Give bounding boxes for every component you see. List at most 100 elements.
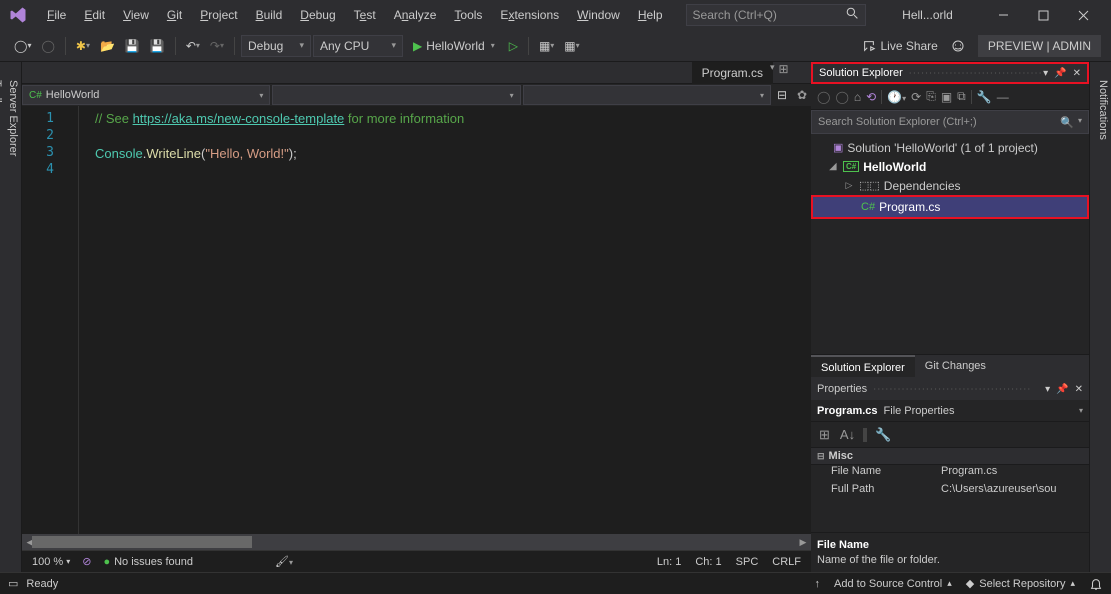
- solution-explorer-header[interactable]: Solution Explorer ∙∙∙∙∙∙∙∙∙∙∙∙∙∙∙∙∙∙∙∙∙∙…: [811, 62, 1089, 84]
- sol-home-icon[interactable]: ⌂: [854, 90, 861, 104]
- pin-icon[interactable]: 📌: [1054, 68, 1066, 79]
- nav-combo-project[interactable]: C#HelloWorld▾: [22, 85, 270, 105]
- config-combo[interactable]: Debug▾: [241, 35, 311, 57]
- sol-search-dd-icon[interactable]: ▾: [1078, 116, 1082, 129]
- close-button[interactable]: [1063, 1, 1103, 29]
- nav-combo-type[interactable]: ▾: [272, 85, 520, 105]
- menu-view[interactable]: View: [114, 0, 158, 30]
- error-indicator-icon[interactable]: ⊘: [82, 555, 91, 568]
- nav-forward-button[interactable]: ◯: [37, 34, 58, 58]
- header-dropdown-icon[interactable]: ▾: [1043, 68, 1048, 79]
- feedback-icon[interactable]: [946, 34, 970, 58]
- line-indicator[interactable]: Ln: 1: [657, 556, 681, 568]
- sol-back-icon[interactable]: ◯: [817, 90, 830, 104]
- code-editor[interactable]: 1234 // See https://aka.ms/new-console-t…: [22, 106, 811, 534]
- maximize-button[interactable]: [1023, 1, 1063, 29]
- new-project-button[interactable]: ✱▾: [72, 34, 94, 58]
- tree-file-program[interactable]: C# Program.cs: [811, 195, 1089, 219]
- props-close-icon[interactable]: ✕: [1075, 384, 1083, 395]
- spaces-indicator[interactable]: SPC: [736, 556, 759, 568]
- sol-refresh-icon[interactable]: ⟳: [911, 90, 921, 104]
- line-ending-indicator[interactable]: CRLF: [772, 556, 801, 568]
- minimize-button[interactable]: [983, 1, 1023, 29]
- props-pin-icon[interactable]: 📌: [1056, 384, 1068, 395]
- undo-button[interactable]: ↶▾: [182, 34, 204, 58]
- menu-extensions[interactable]: Extensions: [491, 0, 568, 30]
- save-button[interactable]: 💾: [121, 34, 144, 58]
- notifications-tab[interactable]: Notifications: [1095, 72, 1111, 572]
- select-repository[interactable]: ◆Select Repository▴: [966, 577, 1075, 590]
- sol-properties-icon[interactable]: 🔧: [977, 90, 992, 104]
- horizontal-scrollbar[interactable]: ◀ ▶: [22, 534, 811, 550]
- sol-fwd-icon[interactable]: ◯: [835, 90, 848, 104]
- prop-row-filename[interactable]: File Name Program.cs: [811, 465, 1089, 483]
- preview-admin-button[interactable]: PREVIEW | ADMIN: [978, 35, 1101, 57]
- menu-git[interactable]: Git: [158, 0, 191, 30]
- toolbox-tab[interactable]: Toolbox: [0, 72, 5, 572]
- platform-combo[interactable]: Any CPU▾: [313, 35, 403, 57]
- menu-edit[interactable]: Edit: [75, 0, 114, 30]
- tree-dependencies-node[interactable]: ▷⬚⬚ Dependencies: [811, 176, 1089, 195]
- split-editor-icon[interactable]: ⊟: [773, 85, 791, 105]
- tree-solution-node[interactable]: ▣ Solution 'HelloWorld' (1 of 1 project): [811, 138, 1089, 157]
- output-icon[interactable]: ▭: [8, 577, 18, 590]
- nav-gear-icon[interactable]: ✿: [793, 85, 811, 105]
- props-dropdown-icon[interactable]: ▾: [1045, 384, 1050, 395]
- code-nav-bar: C#HelloWorld▾ ▾ ▾ ⊟ ✿: [22, 84, 811, 106]
- tab-solution-explorer[interactable]: Solution Explorer: [811, 355, 915, 377]
- nav-back-button[interactable]: ◯▾: [10, 34, 35, 58]
- props-wrench-icon[interactable]: 🔧: [873, 425, 893, 445]
- prop-row-fullpath[interactable]: Full Path C:\Users\azureuser\sou: [811, 483, 1089, 501]
- menu-debug[interactable]: Debug: [291, 0, 344, 30]
- code-body[interactable]: // See https://aka.ms/new-console-templa…: [78, 106, 811, 534]
- main-toolbar: ◯▾ ◯ ✱▾ 📂 💾 💾 ↶▾ ↷▾ Debug▾ Any CPU▾ ▶Hel…: [0, 30, 1111, 62]
- solution-search-box[interactable]: Search Solution Explorer (Ctrl+;) 🔍▾: [811, 110, 1089, 134]
- search-box[interactable]: Search (Ctrl+Q): [686, 4, 866, 26]
- zoom-level[interactable]: 100 %▾: [32, 556, 70, 568]
- add-source-control[interactable]: Add to Source Control▴: [834, 578, 952, 590]
- brush-icon[interactable]: 🖌▾: [275, 555, 293, 568]
- search-icon: [846, 7, 859, 23]
- open-file-button[interactable]: 📂: [96, 34, 119, 58]
- sol-preview-icon[interactable]: —: [997, 90, 1009, 104]
- sol-filter-icon[interactable]: ⎘: [926, 89, 936, 104]
- menu-help[interactable]: Help: [629, 0, 672, 30]
- bell-icon[interactable]: [1089, 577, 1103, 591]
- toolbar-btn-1[interactable]: ▦▾: [535, 34, 558, 58]
- sol-collapse-icon[interactable]: ▣: [941, 90, 952, 104]
- menu-analyze[interactable]: Analyze: [385, 0, 446, 30]
- sol-sync-icon[interactable]: 🕐▾: [887, 90, 906, 104]
- menu-window[interactable]: Window: [568, 0, 629, 30]
- props-sort-icon[interactable]: A↓: [838, 425, 857, 444]
- start-no-debug-button[interactable]: ▷: [505, 34, 522, 58]
- document-tab-program[interactable]: Program.cs: [692, 62, 773, 84]
- menu-project[interactable]: Project: [191, 0, 246, 30]
- tab-dropdown-icon[interactable]: ▾: [770, 62, 775, 76]
- scrollbar-thumb[interactable]: [32, 536, 252, 548]
- props-categorize-icon[interactable]: ⊞: [817, 425, 832, 445]
- redo-button[interactable]: ↷▾: [206, 34, 228, 58]
- menu-file[interactable]: File: [38, 0, 75, 30]
- menu-tools[interactable]: Tools: [445, 0, 491, 30]
- sol-switch-icon[interactable]: ⟲: [866, 90, 876, 104]
- properties-subject[interactable]: Program.cs File Properties ▾: [811, 400, 1089, 422]
- menu-test[interactable]: Test: [345, 0, 385, 30]
- server-explorer-tab[interactable]: Server Explorer: [5, 72, 21, 572]
- issues-indicator[interactable]: ●No issues found: [103, 556, 193, 568]
- scroll-right-icon[interactable]: ▶: [795, 534, 811, 550]
- prop-category-misc[interactable]: ⊟Misc: [811, 448, 1089, 465]
- save-all-button[interactable]: 💾: [146, 34, 169, 58]
- tree-project-node[interactable]: ◢C# HelloWorld: [811, 157, 1089, 176]
- tab-git-changes[interactable]: Git Changes: [915, 355, 996, 377]
- col-indicator[interactable]: Ch: 1: [695, 556, 721, 568]
- tab-add-icon[interactable]: ⊞: [779, 62, 789, 76]
- nav-combo-member[interactable]: ▾: [523, 85, 771, 105]
- push-icon[interactable]: ↑: [815, 578, 821, 590]
- start-button[interactable]: ▶HelloWorld▾: [405, 34, 503, 58]
- sol-showall-icon[interactable]: ⧉: [957, 89, 966, 104]
- close-panel-icon[interactable]: ✕: [1073, 68, 1081, 79]
- live-share-button[interactable]: Live Share: [862, 39, 937, 53]
- toolbar-btn-2[interactable]: ▦▾: [560, 34, 583, 58]
- properties-header[interactable]: Properties ∙∙∙∙∙∙∙∙∙∙∙∙∙∙∙∙∙∙∙∙∙∙∙∙∙∙∙∙∙…: [811, 378, 1089, 400]
- menu-build[interactable]: Build: [247, 0, 292, 30]
